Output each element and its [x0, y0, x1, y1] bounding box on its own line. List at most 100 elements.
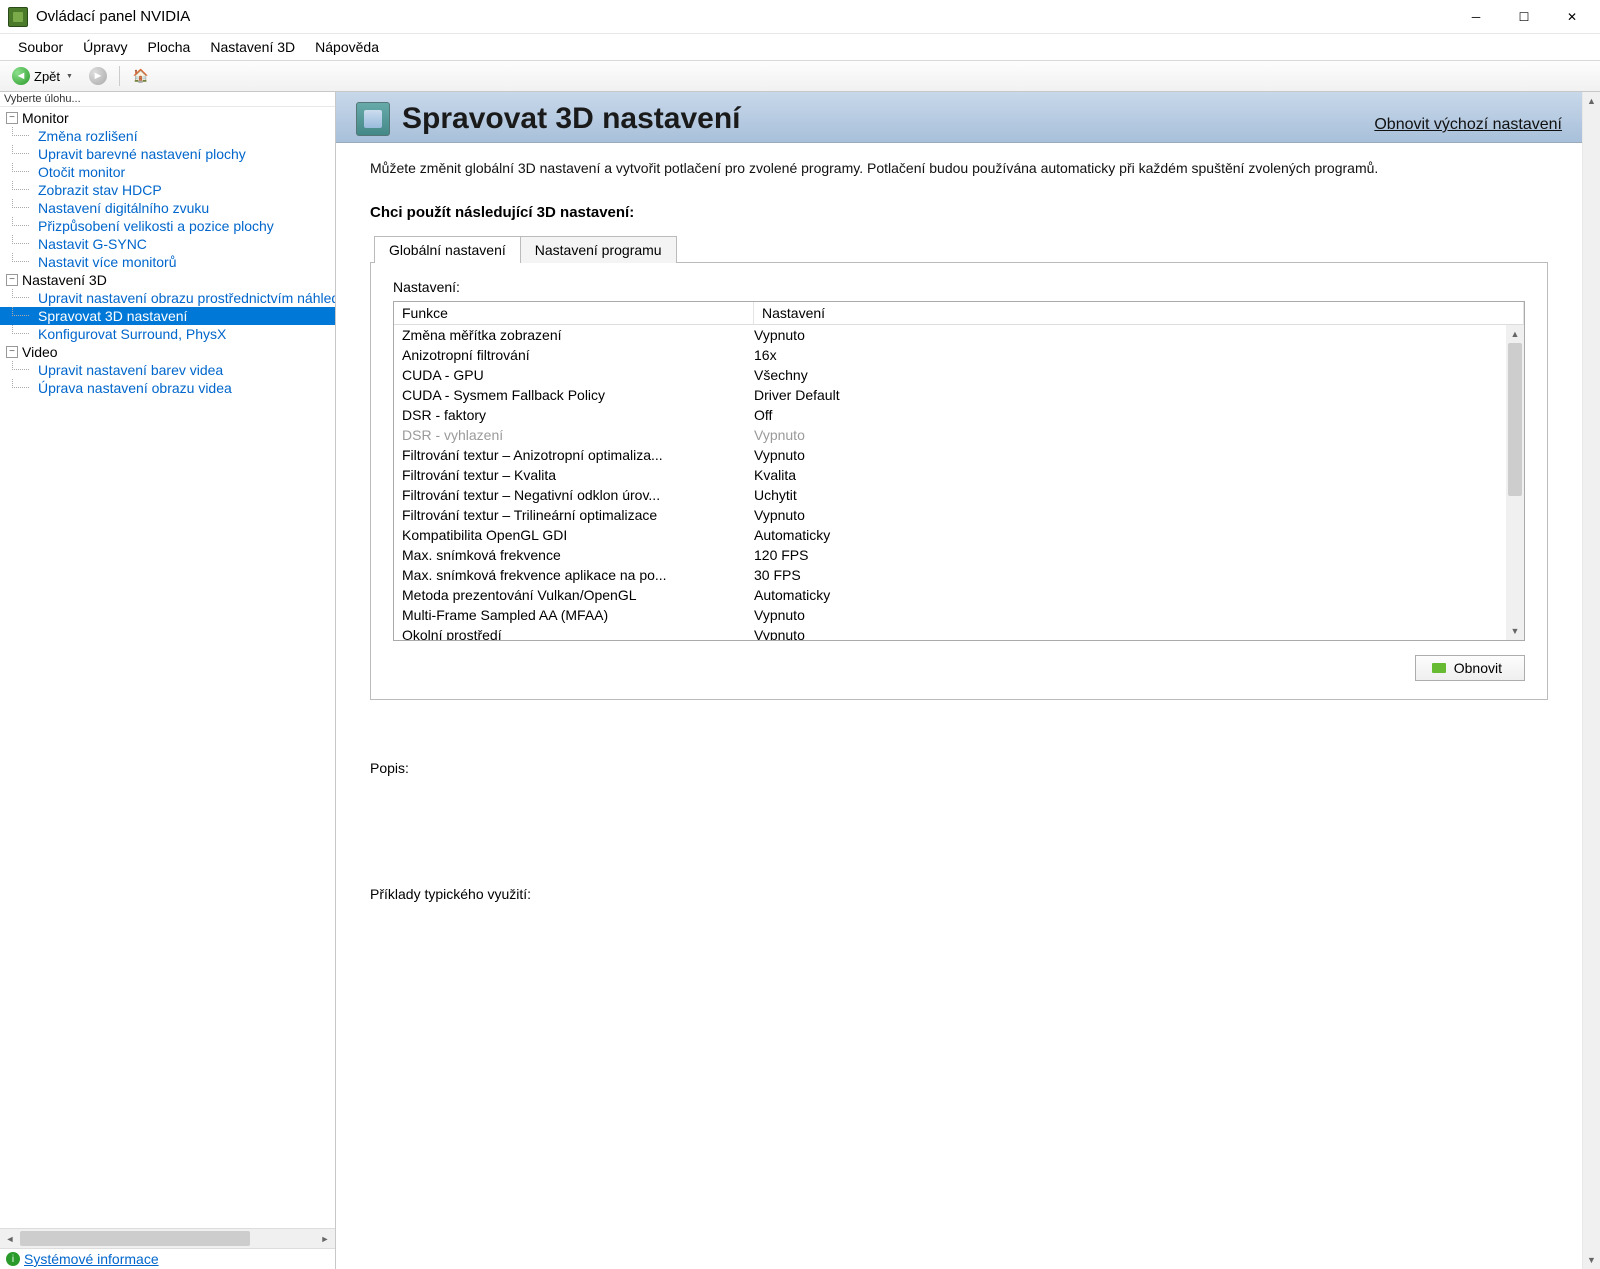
- settings-value[interactable]: Vypnuto: [754, 505, 1516, 525]
- settings-value[interactable]: Vypnuto: [754, 325, 1516, 345]
- column-feature[interactable]: Funkce: [394, 302, 754, 324]
- settings-row[interactable]: Max. snímková frekvence120 FPS: [394, 545, 1524, 565]
- restore-button[interactable]: Obnovit: [1415, 655, 1525, 681]
- sidebar-header: Vyberte úlohu...: [0, 92, 335, 107]
- arrow-right-icon: ►: [89, 67, 107, 85]
- settings-value[interactable]: Off: [754, 405, 1516, 425]
- settings-row[interactable]: Anizotropní filtrování16x: [394, 345, 1524, 365]
- settings-feature: Filtrování textur – Kvalita: [402, 465, 754, 485]
- settings-row[interactable]: Filtrování textur – Trilineární optimali…: [394, 505, 1524, 525]
- tab-group: Globální nastavení Nastavení programu Na…: [370, 235, 1548, 700]
- settings-row[interactable]: Multi-Frame Sampled AA (MFAA)Vypnuto: [394, 605, 1524, 625]
- settings-value[interactable]: Vypnuto: [754, 445, 1516, 465]
- settings-value[interactable]: Vypnuto: [754, 605, 1516, 625]
- menu-file[interactable]: Soubor: [8, 37, 73, 57]
- settings-value[interactable]: Vypnuto: [754, 425, 1516, 445]
- tree-item[interactable]: Upravit nastavení barev videa: [0, 361, 335, 379]
- scroll-up-button[interactable]: ▲: [1583, 92, 1600, 110]
- settings-label: Nastavení:: [393, 279, 1525, 295]
- tree-item[interactable]: Změna rozlišení: [0, 127, 335, 145]
- system-info-link[interactable]: Systémové informace: [24, 1251, 159, 1267]
- scroll-left-button[interactable]: ◄: [0, 1229, 20, 1248]
- tree-item[interactable]: Zobrazit stav HDCP: [0, 181, 335, 199]
- settings-row[interactable]: CUDA - Sysmem Fallback PolicyDriver Defa…: [394, 385, 1524, 405]
- tree-item[interactable]: Nastavit více monitorů: [0, 253, 335, 271]
- menubar: Soubor Úpravy Plocha Nastavení 3D Nápově…: [0, 34, 1600, 60]
- tree-item[interactable]: Upravit barevné nastavení plochy: [0, 145, 335, 163]
- settings-value[interactable]: Automaticky: [754, 525, 1516, 545]
- settings-row[interactable]: Kompatibilita OpenGL GDIAutomaticky: [394, 525, 1524, 545]
- tree-item[interactable]: Konfigurovat Surround, PhysX: [0, 325, 335, 343]
- content-pane: Spravovat 3D nastavení Obnovit výchozí n…: [336, 92, 1600, 1269]
- settings-value[interactable]: Driver Default: [754, 385, 1516, 405]
- menu-desktop[interactable]: Plocha: [138, 37, 201, 57]
- menu-edit[interactable]: Úpravy: [73, 37, 137, 57]
- tree-category[interactable]: −Nastavení 3D: [0, 271, 335, 289]
- tree-item[interactable]: Přizpůsobení velikosti a pozice plochy: [0, 217, 335, 235]
- tree-item[interactable]: Otočit monitor: [0, 163, 335, 181]
- tab-global[interactable]: Globální nastavení: [374, 236, 521, 263]
- close-button[interactable]: ✕: [1548, 2, 1596, 32]
- section-label: Chci použít následující 3D nastavení:: [370, 204, 1548, 221]
- scroll-thumb[interactable]: [1508, 343, 1522, 496]
- tree-collapse-icon[interactable]: −: [6, 112, 18, 124]
- tree-item[interactable]: Úprava nastavení obrazu videa: [0, 379, 335, 397]
- tab-program[interactable]: Nastavení programu: [520, 236, 677, 263]
- settings-row[interactable]: Filtrování textur – Negativní odklon úro…: [394, 485, 1524, 505]
- scroll-down-button[interactable]: ▼: [1506, 622, 1524, 640]
- restore-defaults-link[interactable]: Obnovit výchozí nastavení: [1374, 116, 1562, 134]
- settings-row[interactable]: Změna měřítka zobrazeníVypnuto: [394, 325, 1524, 345]
- tree-item[interactable]: Spravovat 3D nastavení: [0, 307, 335, 325]
- back-button[interactable]: ◄ Zpět ▼: [6, 65, 79, 87]
- scroll-up-button[interactable]: ▲: [1506, 325, 1524, 343]
- settings-row[interactable]: DSR - vyhlazeníVypnuto: [394, 425, 1524, 445]
- tree-item[interactable]: Nastavit G-SYNC: [0, 235, 335, 253]
- scroll-down-button[interactable]: ▼: [1583, 1251, 1600, 1269]
- settings-row[interactable]: Max. snímková frekvence aplikace na po..…: [394, 565, 1524, 585]
- scroll-thumb[interactable]: [20, 1231, 250, 1246]
- settings-row[interactable]: Filtrování textur – Anizotropní optimali…: [394, 445, 1524, 465]
- settings-value[interactable]: 30 FPS: [754, 565, 1516, 585]
- settings-value[interactable]: Všechny: [754, 365, 1516, 385]
- maximize-button[interactable]: ☐: [1500, 2, 1548, 32]
- tree-collapse-icon[interactable]: −: [6, 346, 18, 358]
- tree-category[interactable]: −Video: [0, 343, 335, 361]
- arrow-left-icon: ◄: [12, 67, 30, 85]
- settings-value[interactable]: Vypnuto: [754, 625, 1516, 640]
- tree-collapse-icon[interactable]: −: [6, 274, 18, 286]
- restore-button-label: Obnovit: [1454, 660, 1502, 676]
- settings-value[interactable]: Kvalita: [754, 465, 1516, 485]
- tree-item[interactable]: Nastavení digitálního zvuku: [0, 199, 335, 217]
- menu-3d[interactable]: Nastavení 3D: [200, 37, 305, 57]
- page-title: Spravovat 3D nastavení: [402, 102, 740, 136]
- scroll-right-button[interactable]: ►: [315, 1229, 335, 1248]
- settings-grid[interactable]: Funkce Nastavení Změna měřítka zobrazení…: [393, 301, 1525, 641]
- settings-row[interactable]: Okolní prostředíVypnuto: [394, 625, 1524, 640]
- window-title: Ovládací panel NVIDIA: [36, 8, 1452, 25]
- settings-row[interactable]: Metoda prezentování Vulkan/OpenGLAutomat…: [394, 585, 1524, 605]
- home-icon: 🏠: [132, 67, 150, 85]
- settings-row[interactable]: DSR - faktoryOff: [394, 405, 1524, 425]
- tree-category[interactable]: −Monitor: [0, 109, 335, 127]
- home-button[interactable]: 🏠: [126, 65, 156, 87]
- grid-vertical-scrollbar[interactable]: ▲ ▼: [1506, 325, 1524, 640]
- sidebar-horizontal-scrollbar[interactable]: ◄ ►: [0, 1228, 335, 1248]
- content-vertical-scrollbar[interactable]: ▲ ▼: [1582, 92, 1600, 1269]
- scroll-track[interactable]: [1506, 343, 1524, 622]
- minimize-button[interactable]: ─: [1452, 2, 1500, 32]
- settings-value[interactable]: Automaticky: [754, 585, 1516, 605]
- scroll-track[interactable]: [20, 1229, 315, 1248]
- settings-row[interactable]: Filtrování textur – KvalitaKvalita: [394, 465, 1524, 485]
- column-setting[interactable]: Nastavení: [754, 302, 1524, 324]
- task-tree[interactable]: −MonitorZměna rozlišeníUpravit barevné n…: [0, 107, 335, 1228]
- settings-value[interactable]: 16x: [754, 345, 1516, 365]
- forward-button[interactable]: ►: [83, 65, 113, 87]
- scroll-track[interactable]: [1583, 110, 1600, 1251]
- settings-row[interactable]: CUDA - GPUVšechny: [394, 365, 1524, 385]
- menu-help[interactable]: Nápověda: [305, 37, 389, 57]
- settings-feature: CUDA - Sysmem Fallback Policy: [402, 385, 754, 405]
- settings-value[interactable]: Uchytit: [754, 485, 1516, 505]
- usage-label: Příklady typického využití:: [370, 886, 1548, 902]
- tree-item[interactable]: Upravit nastavení obrazu prostřednictvím…: [0, 289, 335, 307]
- settings-value[interactable]: 120 FPS: [754, 545, 1516, 565]
